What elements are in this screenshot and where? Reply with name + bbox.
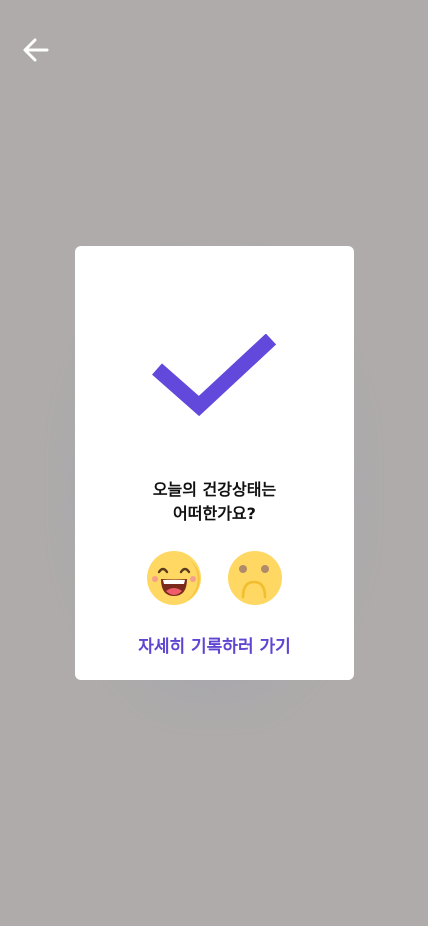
happy-face-icon xyxy=(147,551,201,605)
arrow-left-icon xyxy=(23,38,49,62)
happy-button[interactable] xyxy=(146,550,202,606)
sad-face-icon xyxy=(228,551,282,605)
sad-button[interactable] xyxy=(227,550,283,606)
question-text-line2: 어떠한가요? xyxy=(173,504,256,523)
health-check-dialog: 오늘의 건강상태는 어떠한가요? 자세히 기록하러 가기 xyxy=(75,246,354,680)
question-text-line1: 오늘의 건강상태는 xyxy=(152,480,277,499)
record-details-link[interactable]: 자세히 기록하러 가기 xyxy=(75,632,354,657)
back-button[interactable] xyxy=(20,34,54,66)
checkmark-icon xyxy=(152,334,277,417)
